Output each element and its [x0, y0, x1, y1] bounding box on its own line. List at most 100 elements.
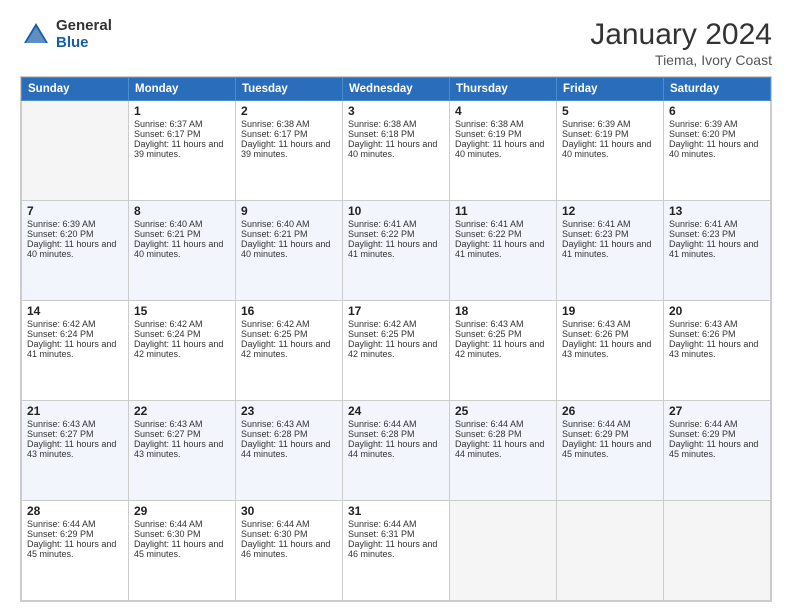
sunset-text: Sunset: 6:18 PM	[348, 129, 444, 139]
sunset-text: Sunset: 6:22 PM	[348, 229, 444, 239]
cal-cell: 21Sunrise: 6:43 AMSunset: 6:27 PMDayligh…	[22, 401, 129, 501]
cal-cell: 16Sunrise: 6:42 AMSunset: 6:25 PMDayligh…	[236, 301, 343, 401]
logo: General Blue	[20, 18, 112, 51]
sunset-text: Sunset: 6:19 PM	[562, 129, 658, 139]
daylight-text: Daylight: 11 hours and 43 minutes.	[134, 439, 230, 459]
date-number: 1	[134, 104, 230, 118]
cal-cell: 28Sunrise: 6:44 AMSunset: 6:29 PMDayligh…	[22, 501, 129, 601]
cal-cell: 18Sunrise: 6:43 AMSunset: 6:25 PMDayligh…	[450, 301, 557, 401]
day-header-row: SundayMondayTuesdayWednesdayThursdayFrid…	[22, 78, 771, 101]
page: General Blue January 2024 Tiema, Ivory C…	[0, 0, 792, 612]
sunset-text: Sunset: 6:20 PM	[669, 129, 765, 139]
cal-cell: 9Sunrise: 6:40 AMSunset: 6:21 PMDaylight…	[236, 201, 343, 301]
sunset-text: Sunset: 6:20 PM	[27, 229, 123, 239]
date-number: 16	[241, 304, 337, 318]
date-number: 26	[562, 404, 658, 418]
sunrise-text: Sunrise: 6:42 AM	[241, 319, 337, 329]
daylight-text: Daylight: 11 hours and 46 minutes.	[241, 539, 337, 559]
sunrise-text: Sunrise: 6:42 AM	[134, 319, 230, 329]
daylight-text: Daylight: 11 hours and 41 minutes.	[27, 339, 123, 359]
cal-cell: 17Sunrise: 6:42 AMSunset: 6:25 PMDayligh…	[343, 301, 450, 401]
date-number: 11	[455, 204, 551, 218]
date-number: 14	[27, 304, 123, 318]
day-header-monday: Monday	[129, 78, 236, 101]
sunrise-text: Sunrise: 6:44 AM	[455, 419, 551, 429]
sunrise-text: Sunrise: 6:38 AM	[241, 119, 337, 129]
sunset-text: Sunset: 6:27 PM	[134, 429, 230, 439]
date-number: 29	[134, 504, 230, 518]
cal-cell: 23Sunrise: 6:43 AMSunset: 6:28 PMDayligh…	[236, 401, 343, 501]
date-number: 4	[455, 104, 551, 118]
cal-cell: 13Sunrise: 6:41 AMSunset: 6:23 PMDayligh…	[664, 201, 771, 301]
date-number: 12	[562, 204, 658, 218]
sunrise-text: Sunrise: 6:37 AM	[134, 119, 230, 129]
date-number: 31	[348, 504, 444, 518]
daylight-text: Daylight: 11 hours and 40 minutes.	[669, 139, 765, 159]
sunset-text: Sunset: 6:28 PM	[241, 429, 337, 439]
daylight-text: Daylight: 11 hours and 44 minutes.	[348, 439, 444, 459]
cal-cell: 2Sunrise: 6:38 AMSunset: 6:17 PMDaylight…	[236, 101, 343, 201]
week-row-1: 1Sunrise: 6:37 AMSunset: 6:17 PMDaylight…	[22, 101, 771, 201]
sunset-text: Sunset: 6:22 PM	[455, 229, 551, 239]
sunset-text: Sunset: 6:21 PM	[134, 229, 230, 239]
date-number: 18	[455, 304, 551, 318]
sunrise-text: Sunrise: 6:44 AM	[669, 419, 765, 429]
daylight-text: Daylight: 11 hours and 40 minutes.	[27, 239, 123, 259]
sunrise-text: Sunrise: 6:43 AM	[27, 419, 123, 429]
sunrise-text: Sunrise: 6:43 AM	[669, 319, 765, 329]
cal-cell	[450, 501, 557, 601]
cal-cell: 4Sunrise: 6:38 AMSunset: 6:19 PMDaylight…	[450, 101, 557, 201]
logo-blue-text: Blue	[56, 35, 112, 52]
cal-cell: 27Sunrise: 6:44 AMSunset: 6:29 PMDayligh…	[664, 401, 771, 501]
daylight-text: Daylight: 11 hours and 40 minutes.	[241, 239, 337, 259]
sunrise-text: Sunrise: 6:42 AM	[348, 319, 444, 329]
date-number: 23	[241, 404, 337, 418]
sunrise-text: Sunrise: 6:43 AM	[241, 419, 337, 429]
daylight-text: Daylight: 11 hours and 39 minutes.	[134, 139, 230, 159]
date-number: 2	[241, 104, 337, 118]
cal-cell: 25Sunrise: 6:44 AMSunset: 6:28 PMDayligh…	[450, 401, 557, 501]
daylight-text: Daylight: 11 hours and 39 minutes.	[241, 139, 337, 159]
sunset-text: Sunset: 6:30 PM	[134, 529, 230, 539]
date-number: 25	[455, 404, 551, 418]
sunset-text: Sunset: 6:23 PM	[669, 229, 765, 239]
week-row-5: 28Sunrise: 6:44 AMSunset: 6:29 PMDayligh…	[22, 501, 771, 601]
date-number: 30	[241, 504, 337, 518]
sunset-text: Sunset: 6:19 PM	[455, 129, 551, 139]
daylight-text: Daylight: 11 hours and 45 minutes.	[27, 539, 123, 559]
cal-cell	[22, 101, 129, 201]
date-number: 27	[669, 404, 765, 418]
day-header-tuesday: Tuesday	[236, 78, 343, 101]
date-number: 21	[27, 404, 123, 418]
daylight-text: Daylight: 11 hours and 45 minutes.	[669, 439, 765, 459]
sunset-text: Sunset: 6:23 PM	[562, 229, 658, 239]
cal-cell: 29Sunrise: 6:44 AMSunset: 6:30 PMDayligh…	[129, 501, 236, 601]
logo-general-text: General	[56, 18, 112, 35]
sunset-text: Sunset: 6:28 PM	[455, 429, 551, 439]
sunrise-text: Sunrise: 6:40 AM	[134, 219, 230, 229]
daylight-text: Daylight: 11 hours and 42 minutes.	[134, 339, 230, 359]
cal-cell: 24Sunrise: 6:44 AMSunset: 6:28 PMDayligh…	[343, 401, 450, 501]
sunset-text: Sunset: 6:30 PM	[241, 529, 337, 539]
calendar-table: SundayMondayTuesdayWednesdayThursdayFrid…	[21, 77, 771, 601]
sunrise-text: Sunrise: 6:44 AM	[348, 519, 444, 529]
title-block: January 2024 Tiema, Ivory Coast	[590, 18, 772, 68]
sunrise-text: Sunrise: 6:44 AM	[241, 519, 337, 529]
daylight-text: Daylight: 11 hours and 41 minutes.	[455, 239, 551, 259]
daylight-text: Daylight: 11 hours and 43 minutes.	[562, 339, 658, 359]
sunrise-text: Sunrise: 6:38 AM	[455, 119, 551, 129]
date-number: 3	[348, 104, 444, 118]
daylight-text: Daylight: 11 hours and 41 minutes.	[562, 239, 658, 259]
logo-text: General Blue	[56, 18, 112, 51]
date-number: 15	[134, 304, 230, 318]
sunset-text: Sunset: 6:17 PM	[241, 129, 337, 139]
daylight-text: Daylight: 11 hours and 45 minutes.	[134, 539, 230, 559]
cal-cell: 26Sunrise: 6:44 AMSunset: 6:29 PMDayligh…	[557, 401, 664, 501]
daylight-text: Daylight: 11 hours and 43 minutes.	[669, 339, 765, 359]
daylight-text: Daylight: 11 hours and 41 minutes.	[669, 239, 765, 259]
date-number: 24	[348, 404, 444, 418]
daylight-text: Daylight: 11 hours and 42 minutes.	[455, 339, 551, 359]
header: General Blue January 2024 Tiema, Ivory C…	[20, 18, 772, 68]
sunrise-text: Sunrise: 6:41 AM	[562, 219, 658, 229]
date-number: 22	[134, 404, 230, 418]
